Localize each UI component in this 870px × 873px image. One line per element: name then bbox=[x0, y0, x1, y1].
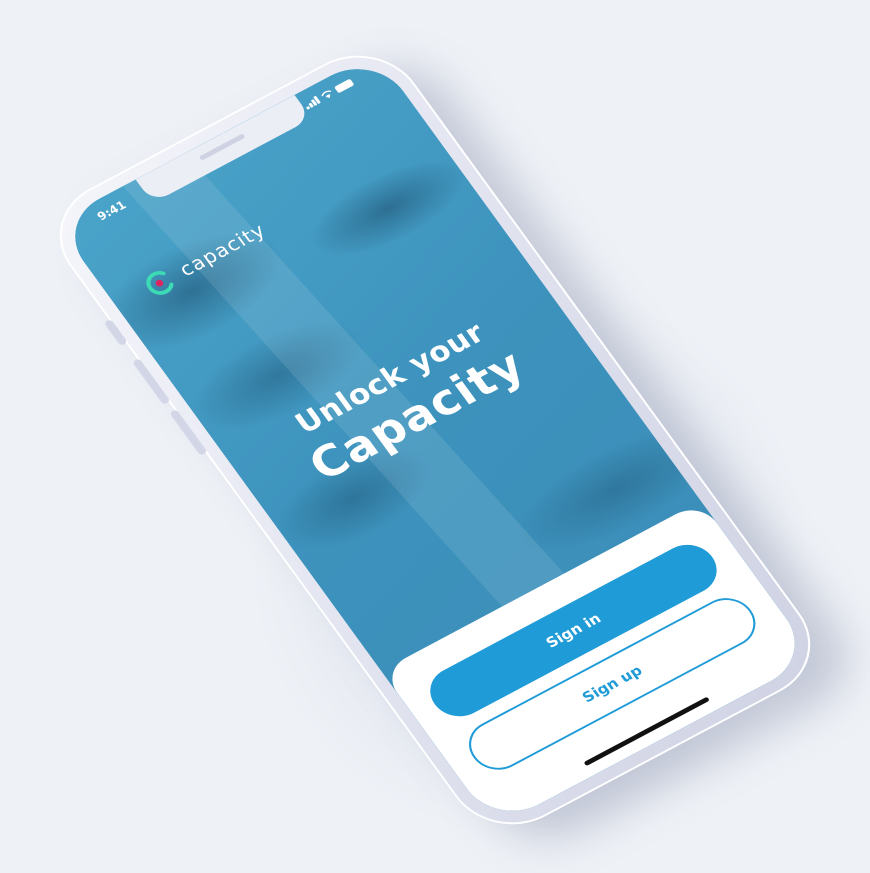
mute-switch bbox=[103, 318, 128, 347]
scene: 9:41 capacity Unlock your Capacity Sign … bbox=[0, 0, 870, 873]
speaker-grille bbox=[198, 133, 246, 161]
